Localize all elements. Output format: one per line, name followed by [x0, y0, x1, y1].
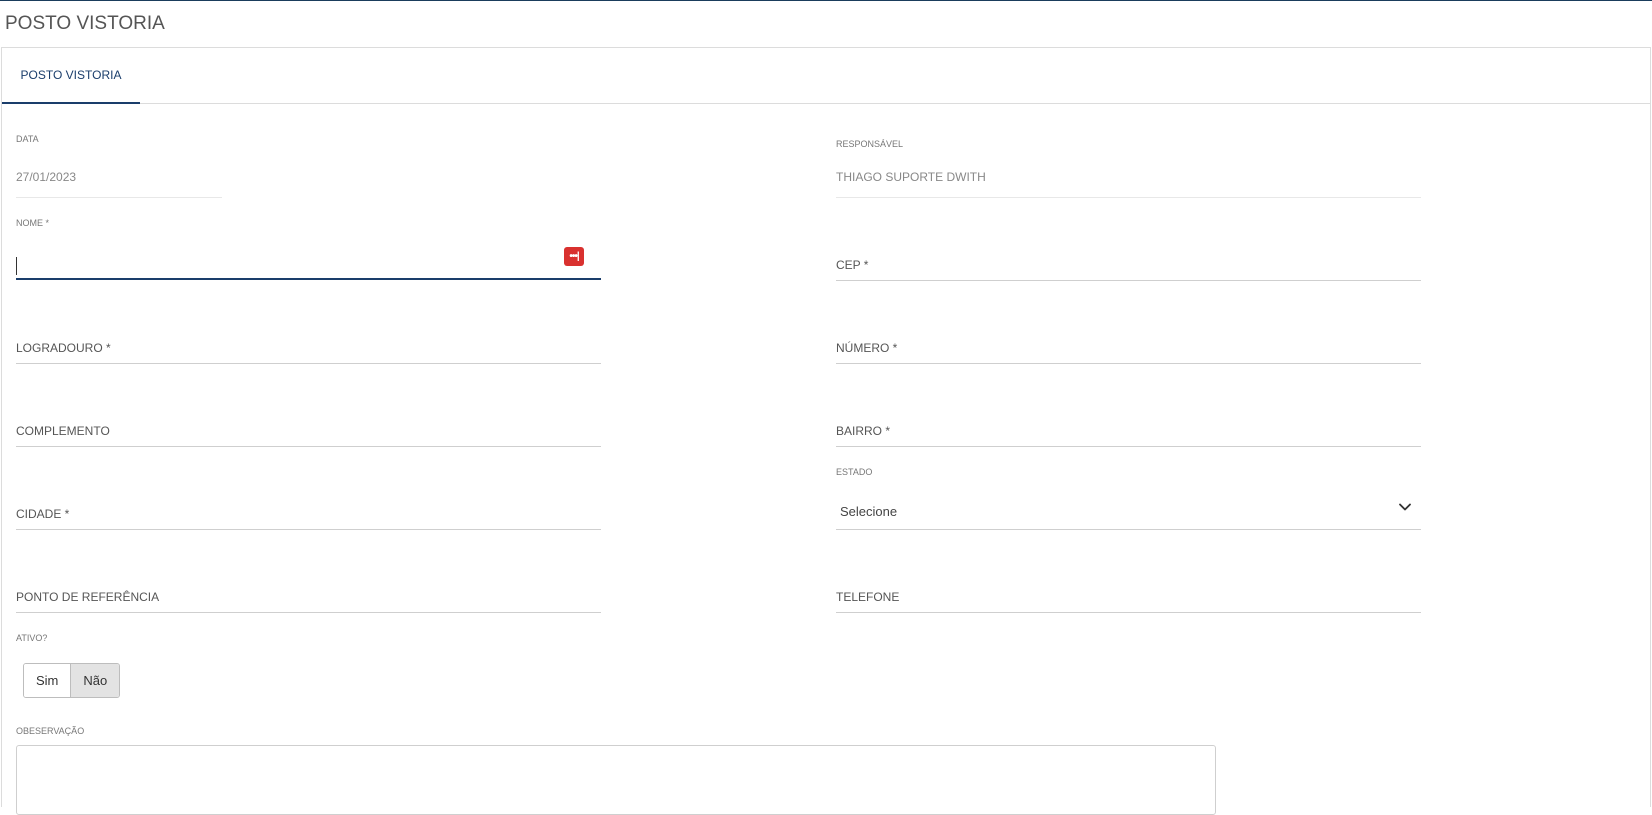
- nome-input[interactable]: [16, 247, 601, 278]
- data-value: 27/01/2023: [16, 170, 77, 184]
- responsavel-underline: [836, 197, 1421, 198]
- tab-strip: POSTO VISTORIA: [2, 48, 1650, 104]
- telefone-label: TELEFONE: [836, 590, 900, 604]
- complemento-label: COMPLEMENTO: [16, 424, 110, 438]
- numero-label: NÚMERO *: [836, 341, 898, 355]
- page-title: POSTO VISTORIA: [5, 13, 165, 34]
- text-caret: [16, 257, 17, 275]
- ativo-sim-button[interactable]: Sim: [24, 664, 71, 697]
- cidade-label: CIDADE *: [16, 507, 70, 521]
- cidade-field[interactable]: CIDADE *: [16, 497, 601, 530]
- nome-label: NOME *: [16, 218, 50, 228]
- complemento-field[interactable]: COMPLEMENTO: [16, 414, 601, 447]
- ponto-referencia-label: PONTO DE REFERÊNCIA: [16, 590, 160, 604]
- logradouro-label: LOGRADOURO *: [16, 341, 111, 355]
- ativo-toggle-group: Sim Não: [23, 663, 121, 698]
- estado-select[interactable]: Selecione: [836, 497, 1421, 530]
- responsavel-value: THIAGO SUPORTE DWITH: [836, 170, 986, 184]
- cep-field[interactable]: CEP *: [836, 248, 1421, 281]
- bairro-field[interactable]: BAIRRO *: [836, 414, 1421, 447]
- observacao-label: OBESERVAÇÃO: [16, 726, 85, 736]
- ativo-nao-button[interactable]: Não: [70, 664, 120, 697]
- password-manager-icon[interactable]: •••|: [564, 247, 584, 266]
- observacao-textarea[interactable]: [16, 745, 1216, 815]
- chevron-down-icon: [1399, 503, 1411, 511]
- logradouro-field[interactable]: LOGRADOURO *: [16, 331, 601, 364]
- cep-label: CEP *: [836, 258, 869, 272]
- ponto-referencia-field[interactable]: PONTO DE REFERÊNCIA: [16, 580, 601, 613]
- responsavel-label: RESPONSÁVEL: [836, 139, 904, 149]
- ativo-label: ATIVO?: [16, 633, 48, 643]
- numero-field[interactable]: NÚMERO *: [836, 331, 1421, 364]
- estado-selected-value: Selecione: [840, 504, 898, 519]
- data-label: DATA: [16, 134, 39, 144]
- telefone-field[interactable]: TELEFONE: [836, 580, 1421, 613]
- data-underline: [16, 197, 222, 198]
- top-border: [0, 0, 1652, 1]
- nome-field[interactable]: •••|: [16, 247, 601, 280]
- estado-label: ESTADO: [836, 467, 873, 477]
- bairro-label: BAIRRO *: [836, 424, 891, 438]
- tab-posto-vistoria[interactable]: POSTO VISTORIA: [2, 48, 140, 104]
